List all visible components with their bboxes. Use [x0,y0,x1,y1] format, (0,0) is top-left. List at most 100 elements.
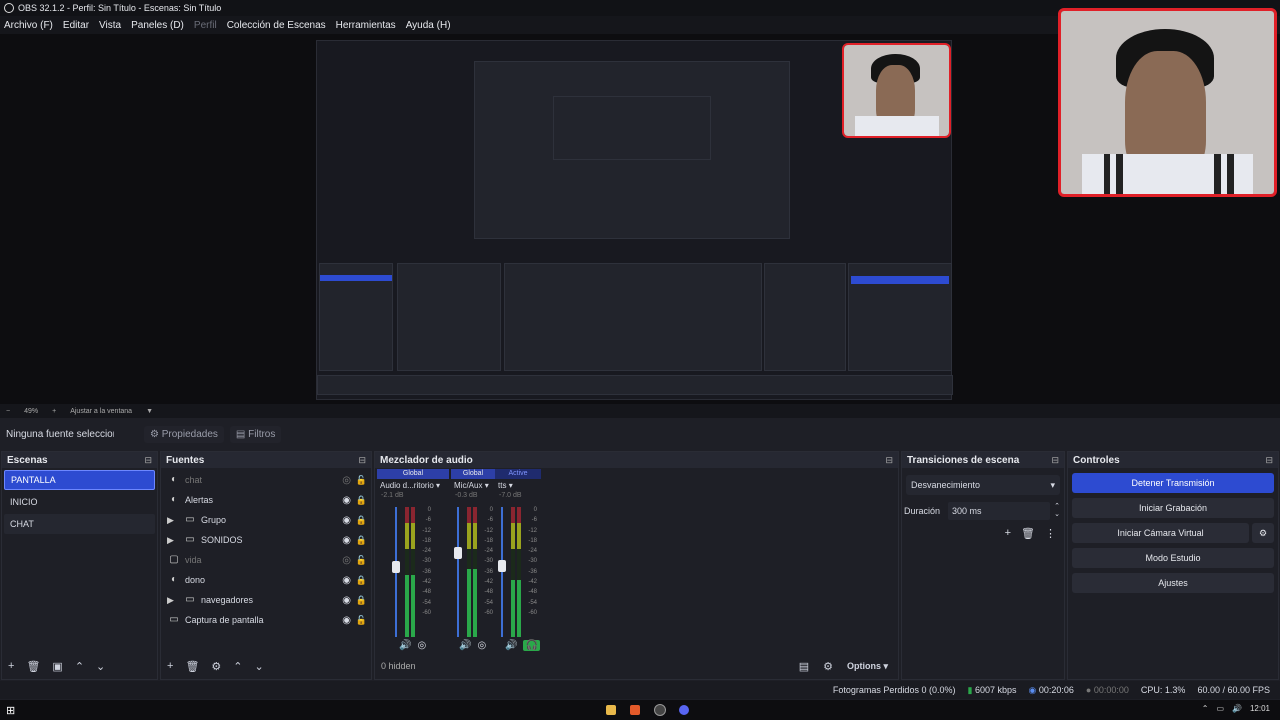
eye-hidden-icon[interactable]: ◎ [342,555,351,566]
expand-icon[interactable]: ▶ [167,595,177,606]
lock-icon[interactable]: 🔒 [356,535,367,546]
filters-button[interactable]: ▤ Filtros [229,425,282,443]
scene-item[interactable]: PANTALLA [4,470,155,490]
menu-ayuda[interactable]: Ayuda (H) [406,20,451,31]
dock-undock-icon[interactable]: ⊟ [358,455,366,466]
scene-item[interactable]: INICIO [4,492,155,512]
move-up-icon[interactable]: ⌃ [75,660,84,673]
trash-icon[interactable]: 🗑 [26,660,40,673]
monitor-icon[interactable]: ◎ [417,640,426,651]
dock-undock-icon[interactable]: ⊟ [144,455,152,466]
eye-hidden-icon[interactable]: ◎ [342,475,351,486]
folder-icon[interactable] [606,705,616,715]
stop-stream-button[interactable]: Detener Transmisión [1072,473,1274,493]
menu-vista[interactable]: Vista [99,20,121,31]
add-icon[interactable]: + [8,660,14,672]
unlock-icon[interactable]: 🔓 [356,555,367,566]
filters-label: Filtros [248,428,276,440]
duration-stepper[interactable]: ⌃ ⌄ [1054,503,1060,519]
menu-paneles[interactable]: Paneles (D) [131,20,184,31]
zoom-out-button[interactable]: − [6,408,10,415]
source-item[interactable]: ▶ ▭ SONIDOS ◉ 🔒 [161,530,371,550]
source-item[interactable]: ◐ dono ◉ 🔒 [161,570,371,590]
settings-button[interactable]: Ajustes [1072,573,1274,593]
eye-icon[interactable]: ◉ [342,535,351,546]
volume-icon[interactable]: 🔊 [399,640,411,651]
gear-icon[interactable]: ⚙ [823,660,833,673]
studio-mode-button[interactable]: Modo Estudio [1072,548,1274,568]
start-virtual-camera-button[interactable]: Iniciar Cámara Virtual [1072,523,1249,543]
add-icon[interactable]: + [167,660,173,672]
trash-icon[interactable]: 🗑 [185,660,199,673]
volume-fader[interactable] [457,507,459,637]
discord-icon[interactable] [679,705,689,715]
volume-icon[interactable]: 🔊 [505,640,517,651]
unlock-icon[interactable]: 🔓 [356,475,367,486]
brave-icon[interactable] [630,705,640,715]
eye-icon[interactable]: ◉ [342,495,351,506]
dock-undock-icon[interactable]: ⊟ [885,455,893,466]
source-item[interactable]: ◐ chat ◎ 🔓 [161,470,371,490]
filter-icon[interactable]: ▣ [52,660,62,673]
chevron-down-icon[interactable]: ▼ [146,408,153,415]
channel-menu[interactable]: Audio d...ritorio ▾ [377,479,449,492]
channel-menu[interactable]: Mic/Aux ▾ [451,479,495,492]
volume-fader-handle[interactable] [392,561,400,573]
trash-icon[interactable]: 🗑 [1021,527,1035,540]
source-item[interactable]: ◐ Alertas ◉ 🔒 [161,490,371,510]
lock-icon[interactable]: 🔒 [356,515,367,526]
layout-icon[interactable]: ▤ [799,660,809,673]
properties-button[interactable]: ⚙ Propiedades [144,425,224,443]
menu-perfil[interactable]: Perfil [194,20,217,31]
menu-herramientas[interactable]: Herramientas [336,20,396,31]
expand-icon[interactable]: ▶ [167,535,177,546]
unlock-icon[interactable]: 🔓 [356,615,367,626]
sources-title: Fuentes [166,454,205,466]
options-button[interactable]: Options ▾ [847,661,888,672]
more-icon[interactable]: ⋮ [1045,527,1056,540]
add-icon[interactable]: + [1005,527,1011,540]
windows-start-icon[interactable]: ⊞ [6,704,15,717]
transition-select[interactable]: Desvanecimiento ▾ [906,475,1060,495]
start-recording-button[interactable]: Iniciar Grabación [1072,498,1274,518]
source-item[interactable]: ▭ Captura de pantalla ◉ 🔓 [161,610,371,630]
volume-fader-handle[interactable] [454,546,462,559]
scene-item[interactable]: CHAT [4,514,155,534]
gear-icon[interactable]: ⚙ [211,660,221,673]
lock-icon[interactable]: 🔒 [356,495,367,506]
monitor-icon[interactable]: ◎ [477,640,486,651]
eye-icon[interactable]: ◉ [342,615,351,626]
fit-window-label[interactable]: Ajustar a la ventana [70,408,132,415]
headphones-icon[interactable]: 🎧 [523,640,540,651]
network-icon[interactable]: ▭ [1216,704,1224,713]
expand-icon[interactable]: ▶ [167,515,177,526]
eye-icon[interactable]: ◉ [342,595,351,606]
volume-fader[interactable] [501,507,503,637]
volume-icon[interactable]: 🔊 [459,640,471,651]
lock-icon[interactable]: 🔒 [356,595,367,606]
tray-chevron-icon[interactable]: ⌃ [1202,704,1209,713]
obs-logo-icon [4,3,14,13]
source-item[interactable]: ▢ vida ◎ 🔓 [161,550,371,570]
eye-icon[interactable]: ◉ [342,515,351,526]
zoom-in-button[interactable]: + [52,408,56,415]
channel-menu[interactable]: tts ▾ [495,479,541,492]
eye-icon[interactable]: ◉ [342,575,351,586]
source-item[interactable]: ▶ ▭ navegadores ◉ 🔒 [161,590,371,610]
move-down-icon[interactable]: ⌄ [255,660,264,673]
dock-undock-icon[interactable]: ⊟ [1051,455,1059,466]
dock-undock-icon[interactable]: ⊟ [1265,455,1273,466]
source-item[interactable]: ▶ ▭ Grupo ◉ 🔒 [161,510,371,530]
obs-icon[interactable] [654,704,666,716]
clock[interactable]: 12:01 [1250,704,1270,713]
move-down-icon[interactable]: ⌄ [96,660,105,673]
move-up-icon[interactable]: ⌃ [233,660,242,673]
menu-archivo[interactable]: Archivo (F) [4,20,53,31]
menu-editar[interactable]: Editar [63,20,89,31]
duration-input[interactable]: 300 ms [948,502,1051,520]
volume-fader-handle[interactable] [498,559,506,572]
gear-icon[interactable]: ⚙ [1252,523,1274,543]
menu-coleccion-escenas[interactable]: Colección de Escenas [227,20,326,31]
volume-icon[interactable]: 🔊 [1232,704,1242,713]
lock-icon[interactable]: 🔒 [356,575,367,586]
